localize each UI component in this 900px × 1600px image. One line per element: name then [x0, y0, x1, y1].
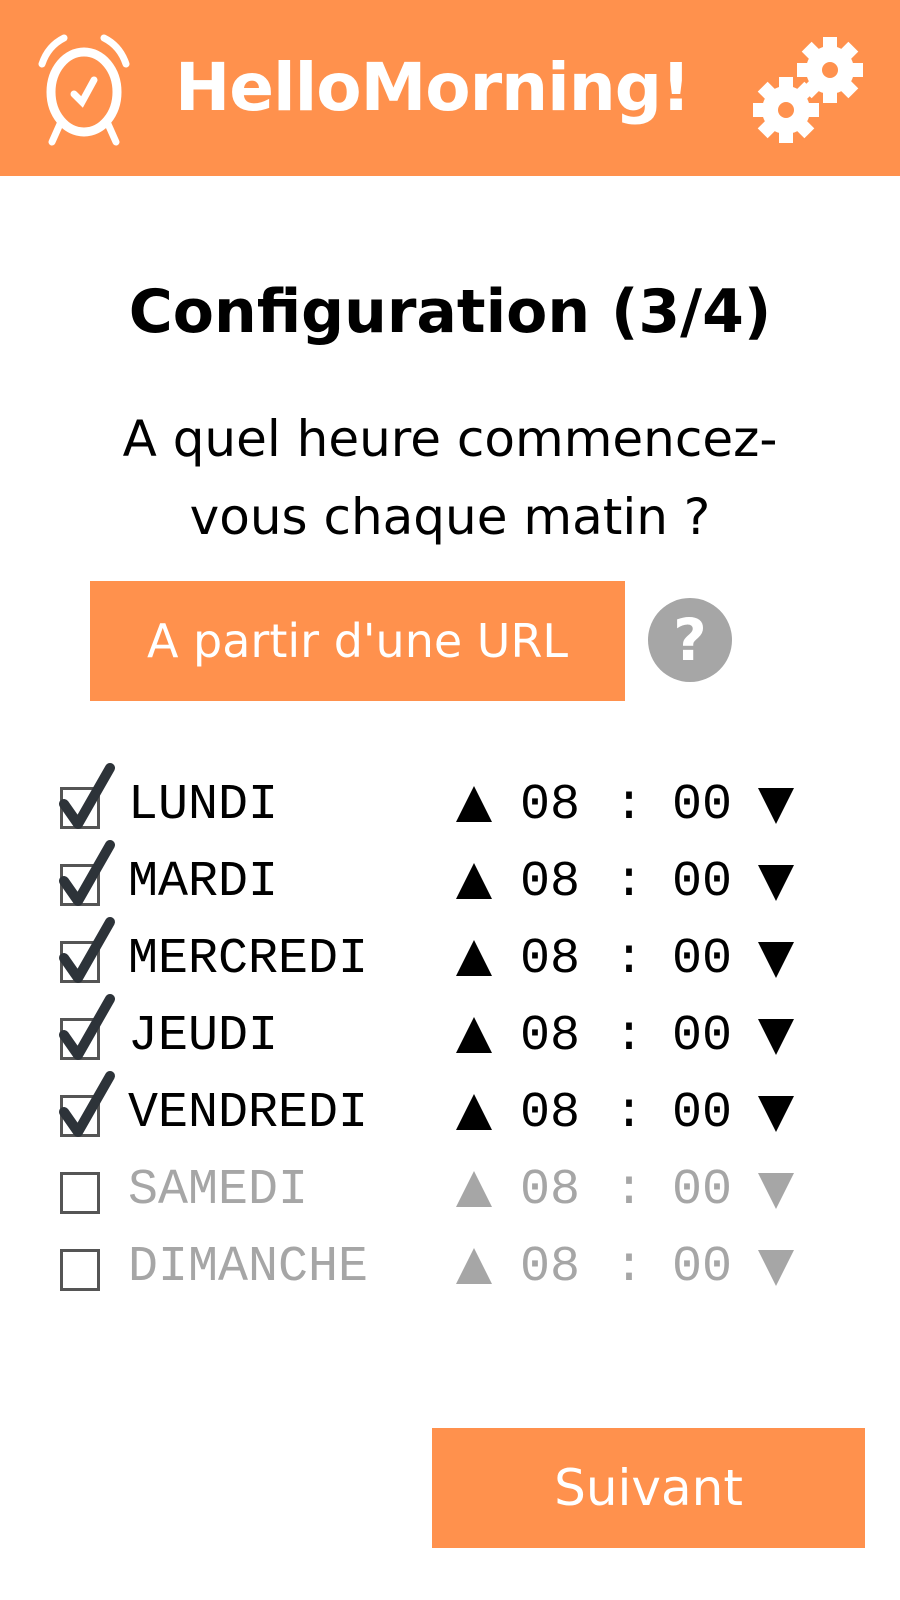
- alarm-clock-icon: [38, 34, 130, 146]
- day-checkbox[interactable]: [60, 1172, 100, 1214]
- hour-value[interactable]: 08: [520, 1005, 580, 1069]
- decrement-minute-icon[interactable]: [756, 861, 796, 901]
- day-checkbox[interactable]: [60, 864, 100, 906]
- increment-hour-icon[interactable]: [454, 1015, 494, 1055]
- app-title: HelloMorning!: [175, 49, 691, 126]
- day-row: MERCREDI 08:00: [0, 917, 900, 994]
- hour-value[interactable]: 08: [520, 1236, 580, 1300]
- day-label: VENDREDI: [128, 1085, 369, 1142]
- hour-value[interactable]: 08: [520, 1082, 580, 1146]
- time-separator: :: [614, 1162, 645, 1219]
- increment-hour-icon[interactable]: [454, 1246, 494, 1286]
- day-row: JEUDI 08:00: [0, 994, 900, 1071]
- gears-icon[interactable]: [752, 30, 868, 150]
- minute-value[interactable]: 00: [672, 1159, 732, 1223]
- next-button[interactable]: Suivant: [432, 1428, 865, 1548]
- increment-hour-icon[interactable]: [454, 938, 494, 978]
- decrement-minute-icon[interactable]: [756, 1015, 796, 1055]
- minute-value[interactable]: 00: [672, 1005, 732, 1069]
- decrement-minute-icon[interactable]: [756, 1246, 796, 1286]
- minute-value[interactable]: 00: [672, 851, 732, 915]
- time-separator: :: [614, 777, 645, 834]
- day-checkbox[interactable]: [60, 1249, 100, 1291]
- day-row: MARDI 08:00: [0, 840, 900, 917]
- app-header: HelloMorning!: [0, 0, 900, 176]
- day-row: DIMANCHE 08:00: [0, 1232, 900, 1302]
- hour-value[interactable]: 08: [520, 1159, 580, 1223]
- day-checkbox[interactable]: [60, 1095, 100, 1137]
- day-label: MERCREDI: [128, 931, 369, 988]
- increment-hour-icon[interactable]: [454, 1092, 494, 1132]
- from-url-button[interactable]: A partir d'une URL: [90, 581, 625, 701]
- day-checkbox[interactable]: [60, 941, 100, 983]
- increment-hour-icon[interactable]: [454, 1169, 494, 1209]
- increment-hour-icon[interactable]: [454, 861, 494, 901]
- day-checkbox[interactable]: [60, 787, 100, 829]
- day-row: VENDREDI 08:00: [0, 1071, 900, 1148]
- help-icon[interactable]: ?: [648, 598, 732, 682]
- day-label: MARDI: [128, 854, 279, 911]
- day-row: LUNDI 08:00: [0, 763, 900, 840]
- day-row: SAMEDI 08:00: [0, 1155, 900, 1225]
- day-label: DIMANCHE: [128, 1239, 369, 1296]
- hour-value[interactable]: 08: [520, 851, 580, 915]
- time-separator: :: [614, 1085, 645, 1142]
- page-title: Configuration (3/4): [128, 277, 772, 347]
- decrement-minute-icon[interactable]: [756, 1092, 796, 1132]
- day-label: SAMEDI: [128, 1162, 309, 1219]
- time-separator: :: [614, 931, 645, 988]
- minute-value[interactable]: 00: [672, 928, 732, 992]
- day-checkbox[interactable]: [60, 1018, 100, 1060]
- minute-value[interactable]: 00: [672, 1082, 732, 1146]
- time-separator: :: [614, 1239, 645, 1296]
- decrement-minute-icon[interactable]: [756, 938, 796, 978]
- question-line-2: vous chaque matin ?: [189, 488, 711, 546]
- minute-value[interactable]: 00: [672, 1236, 732, 1300]
- decrement-minute-icon[interactable]: [756, 784, 796, 824]
- time-separator: :: [614, 854, 645, 911]
- question-line-1: A quel heure commencez-: [122, 410, 778, 468]
- hour-value[interactable]: 08: [520, 774, 580, 838]
- question-text: A quel heure commencez- vous chaque mati…: [100, 400, 800, 556]
- minute-value[interactable]: 00: [672, 774, 732, 838]
- day-label: JEUDI: [128, 1008, 279, 1065]
- increment-hour-icon[interactable]: [454, 784, 494, 824]
- decrement-minute-icon[interactable]: [756, 1169, 796, 1209]
- time-separator: :: [614, 1008, 645, 1065]
- day-label: LUNDI: [128, 777, 279, 834]
- hour-value[interactable]: 08: [520, 928, 580, 992]
